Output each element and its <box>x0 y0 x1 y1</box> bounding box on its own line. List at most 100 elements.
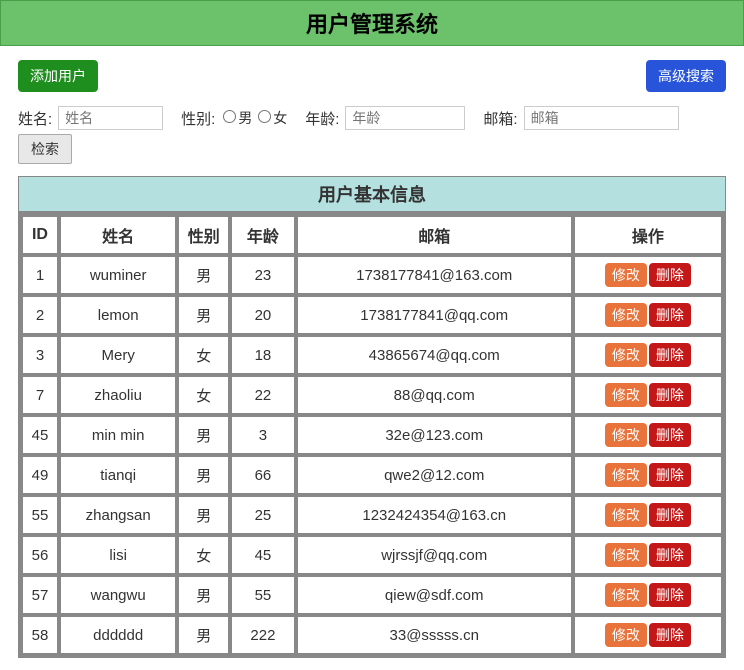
table-container: 用户基本信息 ID 姓名 性别 年龄 邮箱 操作 1wuminer男231738… <box>0 176 744 670</box>
cell-age: 25 <box>231 496 294 534</box>
edit-button[interactable]: 修改 <box>605 623 647 647</box>
cell-name: zhaoliu <box>60 376 176 414</box>
cell-name: wuminer <box>60 256 176 294</box>
table-row: 49tianqi男66qwe2@12.com修改删除 <box>22 456 722 494</box>
th-ops: 操作 <box>574 216 722 254</box>
edit-button[interactable]: 修改 <box>605 423 647 447</box>
page-title: 用户管理系统 <box>1 7 743 39</box>
cell-age: 20 <box>231 296 294 334</box>
toolbar: 添加用户 高级搜索 <box>0 46 744 100</box>
cell-gender: 男 <box>178 416 229 454</box>
advanced-search-button[interactable]: 高级搜索 <box>646 60 726 92</box>
name-input[interactable] <box>58 106 163 130</box>
table-row: 2lemon男201738177841@qq.com修改删除 <box>22 296 722 334</box>
cell-name: tianqi <box>60 456 176 494</box>
gender-label: 性别: <box>181 108 215 129</box>
email-label: 邮箱: <box>483 108 517 129</box>
cell-ops: 修改删除 <box>574 456 722 494</box>
cell-id: 58 <box>22 616 58 654</box>
cell-id: 49 <box>22 456 58 494</box>
cell-email: qiew@sdf.com <box>297 576 572 614</box>
table-row: 7zhaoliu女2288@qq.com修改删除 <box>22 376 722 414</box>
cell-ops: 修改删除 <box>574 616 722 654</box>
table-row: 1wuminer男231738177841@163.com 修改删除 <box>22 256 722 294</box>
cell-age: 45 <box>231 536 294 574</box>
table-row: 58dddddd男22233@sssss.cn修改删除 <box>22 616 722 654</box>
table-row: 56lisi女45wjrssjf@qq.com修改删除 <box>22 536 722 574</box>
table-row: 55zhangsan男251232424354@163.cn修改删除 <box>22 496 722 534</box>
add-user-button[interactable]: 添加用户 <box>18 60 98 92</box>
edit-button[interactable]: 修改 <box>605 263 647 287</box>
cell-name: Mery <box>60 336 176 374</box>
cell-gender: 女 <box>178 336 229 374</box>
table-row: 3Mery女1843865674@qq.com修改删除 <box>22 336 722 374</box>
cell-id: 1 <box>22 256 58 294</box>
table-caption: 用户基本信息 <box>18 176 726 212</box>
cell-age: 55 <box>231 576 294 614</box>
delete-button[interactable]: 删除 <box>649 503 691 527</box>
cell-age: 23 <box>231 256 294 294</box>
cell-id: 55 <box>22 496 58 534</box>
delete-button[interactable]: 删除 <box>649 423 691 447</box>
cell-id: 7 <box>22 376 58 414</box>
cell-ops: 修改删除 <box>574 536 722 574</box>
gender-female-radio[interactable] <box>258 110 271 123</box>
gender-male-radio[interactable] <box>223 110 236 123</box>
cell-gender: 男 <box>178 496 229 534</box>
cell-email: 32e@123.com <box>297 416 572 454</box>
cell-email: 1738177841@163.com <box>297 256 572 294</box>
cell-email: 43865674@qq.com <box>297 336 572 374</box>
edit-button[interactable]: 修改 <box>605 463 647 487</box>
cell-ops: 修改删除 <box>574 296 722 334</box>
cell-ops: 修改删除 <box>574 576 722 614</box>
delete-button[interactable]: 删除 <box>649 303 691 327</box>
search-button[interactable]: 检索 <box>18 134 72 164</box>
cell-email: qwe2@12.com <box>297 456 572 494</box>
delete-button[interactable]: 删除 <box>649 463 691 487</box>
cell-name: wangwu <box>60 576 176 614</box>
cell-ops: 修改删除 <box>574 376 722 414</box>
cell-ops: 修改删除 <box>574 496 722 534</box>
cell-gender: 男 <box>178 296 229 334</box>
age-input[interactable] <box>345 106 465 130</box>
th-name: 姓名 <box>60 216 176 254</box>
delete-button[interactable]: 删除 <box>649 543 691 567</box>
cell-email: 88@qq.com <box>297 376 572 414</box>
cell-gender: 男 <box>178 256 229 294</box>
th-gender: 性别 <box>178 216 229 254</box>
cell-age: 222 <box>231 616 294 654</box>
page-header: 用户管理系统 <box>0 0 744 46</box>
cell-ops: 修改删除 <box>574 336 722 374</box>
cell-name: zhangsan <box>60 496 176 534</box>
cell-email: 1738177841@qq.com <box>297 296 572 334</box>
cell-id: 56 <box>22 536 58 574</box>
search-form: 姓名: 性别: 男 女 年龄: 邮箱: 检索 <box>0 100 744 176</box>
cell-gender: 男 <box>178 456 229 494</box>
edit-button[interactable]: 修改 <box>605 383 647 407</box>
cell-gender: 女 <box>178 376 229 414</box>
delete-button[interactable]: 删除 <box>649 343 691 367</box>
cell-ops: 修改删除 <box>574 416 722 454</box>
edit-button[interactable]: 修改 <box>605 503 647 527</box>
delete-button[interactable]: 删除 <box>649 263 691 287</box>
edit-button[interactable]: 修改 <box>605 343 647 367</box>
delete-button[interactable]: 删除 <box>649 383 691 407</box>
table-row: 45min min男332e@123.com修改删除 <box>22 416 722 454</box>
edit-button[interactable]: 修改 <box>605 543 647 567</box>
age-label: 年龄: <box>305 108 339 129</box>
edit-button[interactable]: 修改 <box>605 303 647 327</box>
delete-button[interactable]: 删除 <box>649 623 691 647</box>
email-input[interactable] <box>524 106 679 130</box>
cell-name: lisi <box>60 536 176 574</box>
name-label: 姓名: <box>18 108 52 129</box>
table-body: 1wuminer男231738177841@163.com修改删除2lemon男… <box>22 256 722 654</box>
cell-age: 3 <box>231 416 294 454</box>
cell-gender: 女 <box>178 536 229 574</box>
gender-female-text: 女 <box>273 110 287 126</box>
cell-name: min min <box>60 416 176 454</box>
cell-name: lemon <box>60 296 176 334</box>
cell-age: 18 <box>231 336 294 374</box>
user-table: 用户基本信息 ID 姓名 性别 年龄 邮箱 操作 1wuminer男231738… <box>18 176 726 658</box>
cell-id: 2 <box>22 296 58 334</box>
gender-male-text: 男 <box>238 110 252 126</box>
